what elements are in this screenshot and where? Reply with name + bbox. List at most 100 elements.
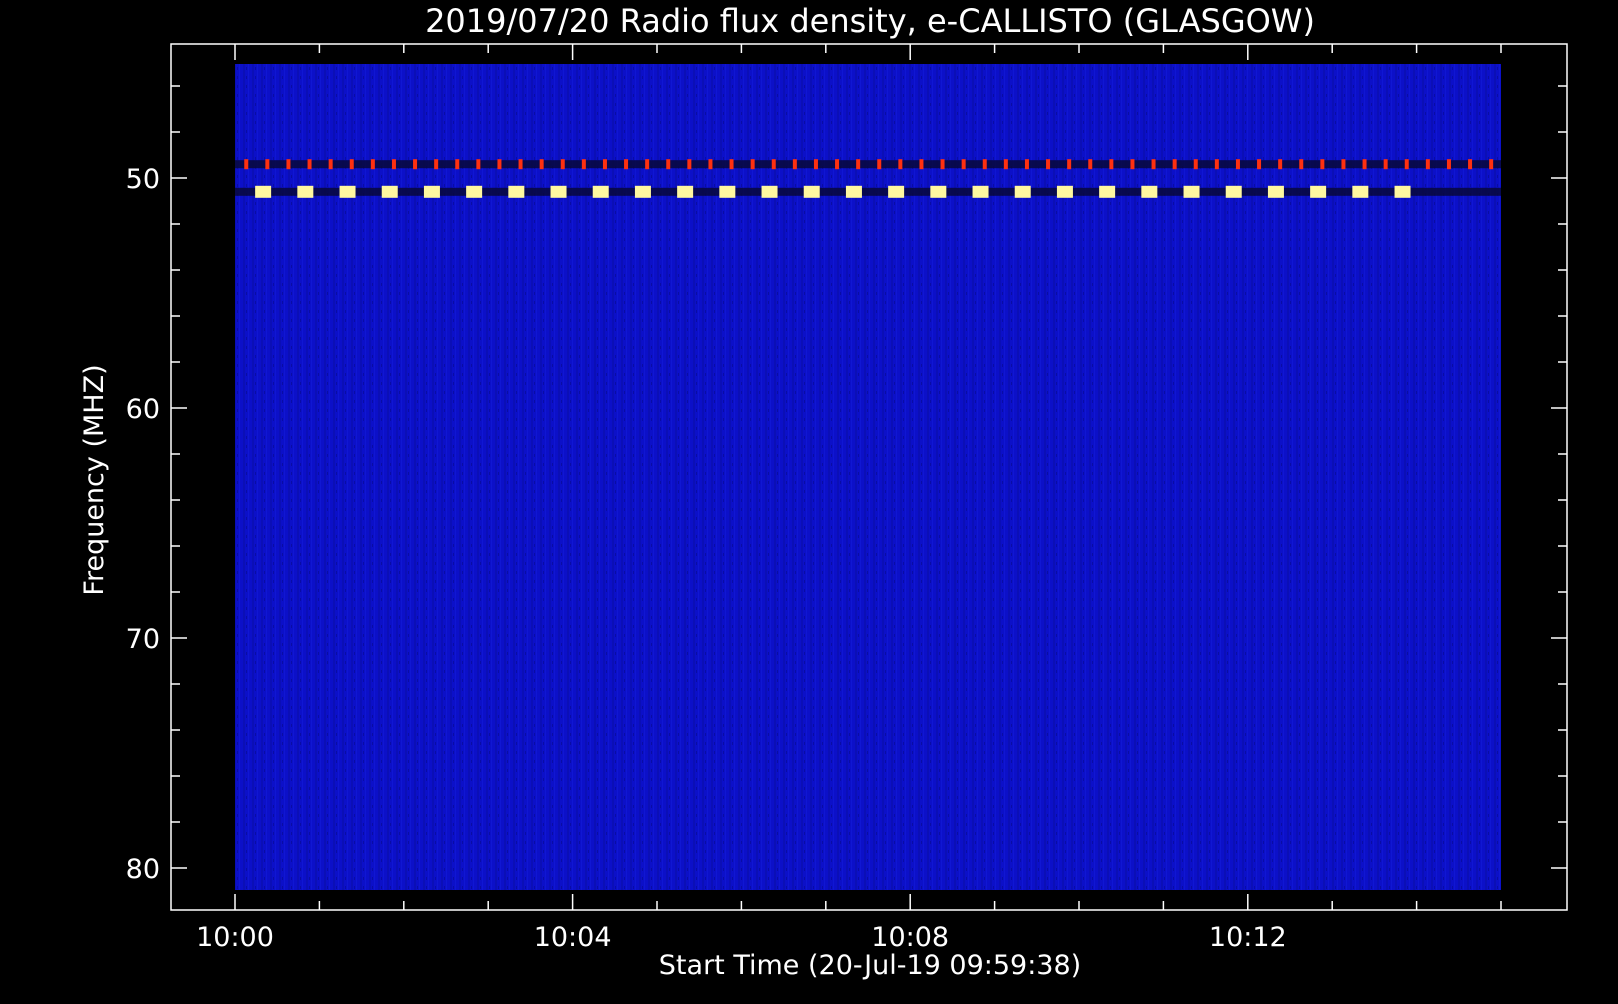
- interference-mark: [1183, 185, 1200, 198]
- interference-mark: [1320, 159, 1325, 170]
- x-axis-label: Start Time (20-Jul-19 09:59:38): [659, 950, 1081, 981]
- interference-mark: [877, 159, 882, 170]
- interference-mark: [455, 159, 460, 170]
- interference-mark: [687, 159, 692, 170]
- interference-mark: [1362, 159, 1367, 170]
- interference-mark: [1046, 159, 1051, 170]
- interference-mark: [1193, 159, 1198, 170]
- interference-mark: [666, 159, 671, 170]
- interference-mark: [434, 159, 439, 170]
- interference-mark: [550, 185, 567, 198]
- interference-mark: [508, 185, 525, 198]
- chart-title: 2019/07/20 Radio flux density, e-CALLIST…: [425, 2, 1315, 40]
- interference-mark: [592, 185, 609, 198]
- interference-mark: [750, 159, 755, 170]
- interference-mark: [1446, 159, 1451, 170]
- interference-mark: [328, 159, 333, 170]
- interference-mark: [940, 159, 945, 170]
- interference-mark: [1067, 159, 1072, 170]
- interference-mark: [624, 159, 629, 170]
- interference-mark: [476, 159, 481, 170]
- y-tick-label: 50: [126, 164, 160, 195]
- interference-mark: [898, 159, 903, 170]
- interference-mark: [539, 159, 544, 170]
- spectrogram-chart: 2019/07/20 Radio flux density, e-CALLIST…: [0, 0, 1618, 1000]
- interference-mark: [1267, 185, 1284, 198]
- interference-mark: [349, 159, 354, 170]
- interference-mark: [1257, 159, 1262, 170]
- interference-mark: [1214, 159, 1219, 170]
- interference-mark: [581, 159, 586, 170]
- interference-mark: [518, 159, 523, 170]
- interference-mark: [1235, 159, 1240, 170]
- interference-mark: [1394, 185, 1411, 198]
- interference-mark: [1003, 159, 1008, 170]
- interference-mark: [792, 159, 797, 170]
- interference-mark: [602, 159, 607, 170]
- interference-mark: [1109, 159, 1114, 170]
- interference-mark: [1278, 159, 1283, 170]
- interference-mark: [391, 159, 396, 170]
- interference-mark: [930, 185, 947, 198]
- interference-mark: [761, 185, 778, 198]
- interference-mark: [771, 159, 776, 170]
- interference-mark: [645, 159, 650, 170]
- interference-mark: [423, 185, 440, 198]
- interference-mark: [339, 185, 356, 198]
- interference-mark: [888, 185, 905, 198]
- interference-mark: [1383, 159, 1388, 170]
- interference-mark: [1489, 159, 1494, 170]
- interference-mark: [1088, 159, 1093, 170]
- interference-mark: [982, 159, 987, 170]
- interference-mark: [972, 185, 989, 198]
- interference-mark: [1172, 159, 1177, 170]
- y-tick-label: 70: [126, 624, 160, 655]
- interference-mark: [1014, 185, 1031, 198]
- interference-mark: [1310, 185, 1327, 198]
- interference-mark: [961, 159, 966, 170]
- interference-mark: [255, 185, 272, 198]
- interference-mark: [307, 159, 312, 170]
- interference-mark: [1468, 159, 1473, 170]
- interference-mark: [1130, 159, 1135, 170]
- interference-mark: [244, 159, 249, 170]
- interference-mark: [835, 159, 840, 170]
- interference-mark: [677, 185, 694, 198]
- interference-mark: [1352, 185, 1369, 198]
- x-tick-label: 10:00: [196, 922, 274, 953]
- interference-mark: [856, 159, 861, 170]
- interference-band: [235, 160, 1501, 169]
- spectrogram-svg: 2019/07/20 Radio flux density, e-CALLIST…: [79, 2, 1568, 981]
- interference-mark: [1425, 159, 1430, 170]
- x-tick-label: 10:12: [1209, 922, 1287, 953]
- interference-mark: [813, 159, 818, 170]
- interference-mark: [845, 185, 862, 198]
- interference-mark: [919, 159, 924, 170]
- interference-mark: [1024, 159, 1029, 170]
- interference-mark: [413, 159, 418, 170]
- interference-mark: [708, 159, 713, 170]
- interference-mark: [719, 185, 736, 198]
- interference-mark: [1404, 159, 1409, 170]
- interference-mark: [1056, 185, 1073, 198]
- interference-mark: [466, 185, 483, 198]
- interference-mark: [370, 159, 375, 170]
- interference-mark: [560, 159, 565, 170]
- interference-mark: [265, 159, 270, 170]
- interference-mark: [286, 159, 291, 170]
- interference-mark: [1151, 159, 1156, 170]
- interference-mark: [1299, 159, 1304, 170]
- interference-mark: [634, 185, 651, 198]
- x-tick-label: 10:08: [871, 922, 949, 953]
- interference-mark: [1225, 185, 1242, 198]
- interference-mark: [729, 159, 734, 170]
- interference-mark: [803, 185, 820, 198]
- interference-mark: [381, 185, 398, 198]
- interference-mark: [1141, 185, 1158, 198]
- interference-mark: [1341, 159, 1346, 170]
- y-axis-label: Frequency (MHZ): [79, 364, 110, 595]
- y-tick-label: 80: [126, 854, 160, 885]
- y-tick-label: 60: [126, 394, 160, 425]
- x-tick-label: 10:04: [534, 922, 612, 953]
- interference-mark: [497, 159, 502, 170]
